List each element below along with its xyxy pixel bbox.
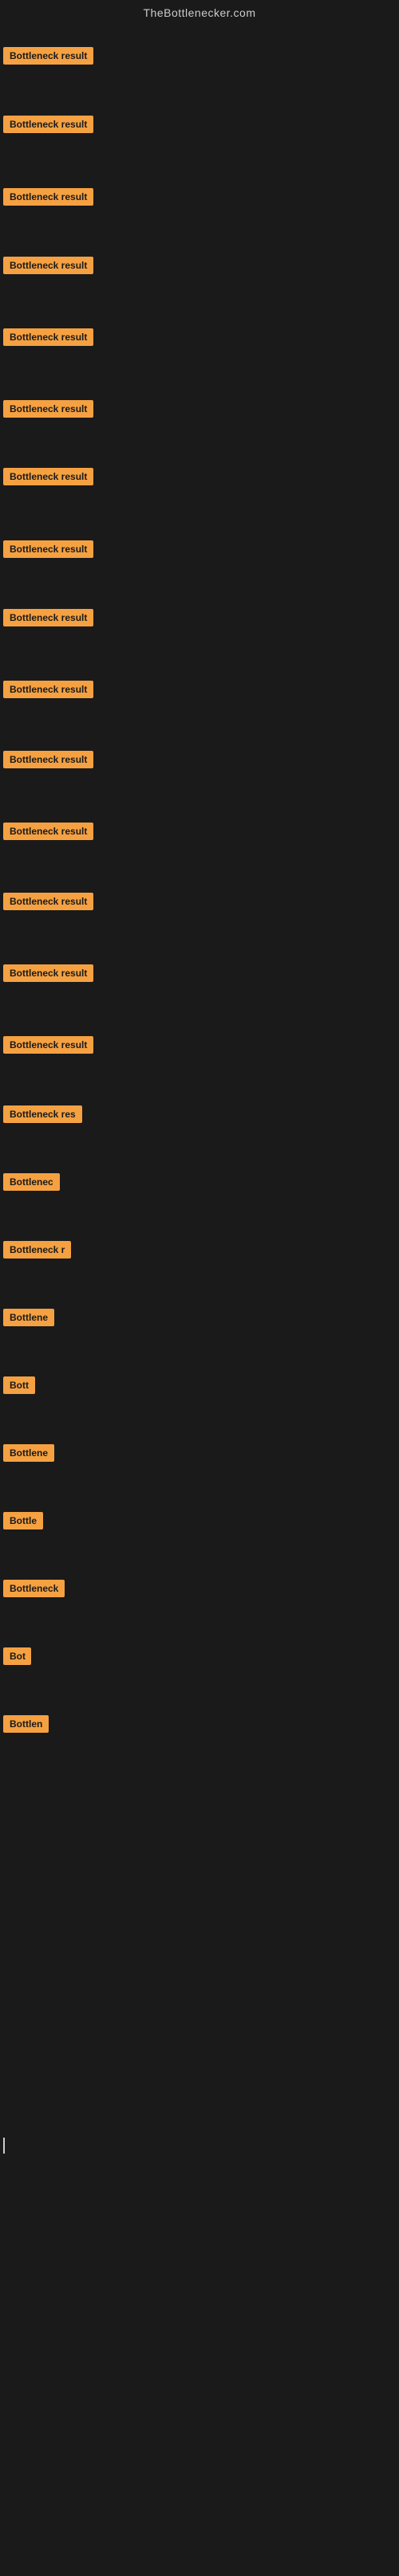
badge-label: Bottleneck result <box>3 751 93 768</box>
bottleneck-result-badge[interactable]: Bottlene <box>3 1444 54 1466</box>
bottleneck-result-badge[interactable]: Bottleneck result <box>3 400 93 422</box>
badge-label: Bottle <box>3 1512 43 1530</box>
bottleneck-result-badge[interactable]: Bott <box>3 1376 35 1398</box>
badge-label: Bottlene <box>3 1444 54 1462</box>
bottleneck-result-badge[interactable]: Bottleneck res <box>3 1105 82 1127</box>
badge-label: Bottleneck result <box>3 400 93 418</box>
bottleneck-result-badge[interactable]: Bottleneck result <box>3 609 93 630</box>
bottleneck-result-badge[interactable]: Bottleneck result <box>3 188 93 210</box>
site-title: TheBottlenecker.com <box>0 0 399 26</box>
badge-label: Bottleneck result <box>3 257 93 274</box>
bottleneck-result-badge[interactable]: Bottleneck result <box>3 540 93 562</box>
badge-label: Bottleneck result <box>3 1036 93 1054</box>
badge-label: Bottleneck result <box>3 609 93 626</box>
bottleneck-result-badge[interactable]: Bottleneck result <box>3 893 93 914</box>
bottleneck-result-badge[interactable]: Bottleneck result <box>3 468 93 489</box>
bottleneck-result-badge[interactable]: Bottlenec <box>3 1173 60 1195</box>
badge-label: Bottleneck result <box>3 681 93 698</box>
badge-label: Bottlenec <box>3 1173 60 1191</box>
bottleneck-result-badge[interactable]: Bottleneck result <box>3 823 93 844</box>
bottleneck-result-badge[interactable]: Bottleneck result <box>3 964 93 986</box>
badge-label: Bottleneck res <box>3 1105 82 1123</box>
badge-label: Bottleneck result <box>3 893 93 910</box>
bottleneck-result-badge[interactable]: Bottleneck result <box>3 1036 93 1058</box>
bottleneck-result-badge[interactable]: Bottleneck result <box>3 751 93 772</box>
badge-label: Bottleneck result <box>3 47 93 65</box>
badge-label: Bottleneck result <box>3 188 93 206</box>
badge-label: Bott <box>3 1376 35 1394</box>
bottleneck-result-badge[interactable]: Bottlen <box>3 1715 49 1737</box>
bottleneck-result-badge[interactable]: Bottleneck r <box>3 1241 71 1262</box>
bottleneck-result-badge[interactable]: Bottleneck result <box>3 116 93 137</box>
badge-label: Bottleneck result <box>3 116 93 133</box>
badge-label: Bottleneck result <box>3 328 93 346</box>
bottleneck-result-badge[interactable]: Bottlene <box>3 1309 54 1330</box>
badge-label: Bottleneck <box>3 1580 65 1597</box>
badge-label: Bottleneck result <box>3 964 93 982</box>
badge-label: Bottlen <box>3 1715 49 1733</box>
bottleneck-result-badge[interactable]: Bottleneck result <box>3 328 93 350</box>
badge-label: Bottleneck result <box>3 540 93 558</box>
bottleneck-result-badge[interactable]: Bottleneck result <box>3 257 93 278</box>
bottleneck-result-badge[interactable]: Bottle <box>3 1512 43 1533</box>
badge-label: Bottleneck result <box>3 823 93 840</box>
badge-label: Bottleneck result <box>3 468 93 485</box>
bottleneck-result-badge[interactable]: Bottleneck result <box>3 47 93 69</box>
bottleneck-result-badge[interactable]: Bottleneck <box>3 1580 65 1601</box>
badge-label: Bottleneck r <box>3 1241 71 1259</box>
bottleneck-result-badge[interactable]: Bot <box>3 1647 31 1669</box>
bottleneck-result-badge[interactable]: Bottleneck result <box>3 681 93 702</box>
text-cursor <box>3 2138 5 2154</box>
badge-label: Bottlene <box>3 1309 54 1326</box>
badge-label: Bot <box>3 1647 31 1665</box>
